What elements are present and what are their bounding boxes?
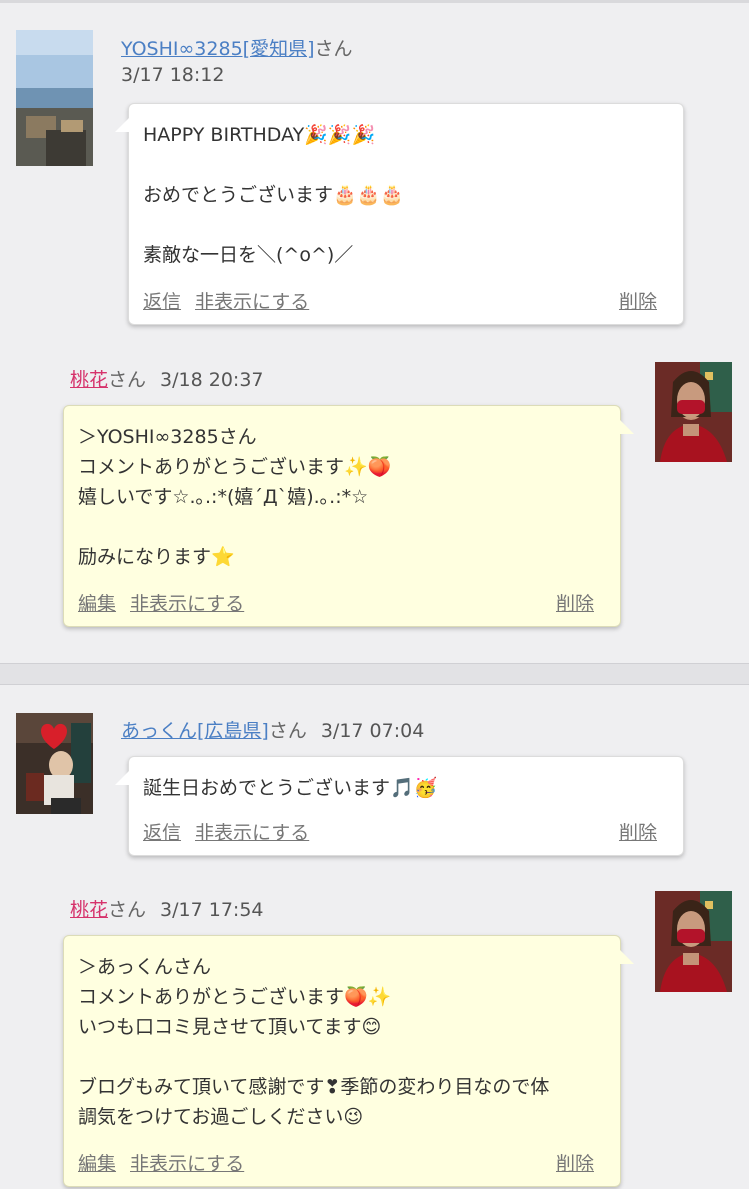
reply-link[interactable]: 返信: [143, 291, 181, 313]
reply-line: コメントありがとうございます✨🍑: [78, 456, 392, 478]
reply-line: ブログもみて頂いて感謝です❣季節の変わり目なので体: [78, 1076, 550, 1098]
reply-bubble: ＞あっくんさん コメントありがとうございます🍑✨ いつも口コミ見させて頂いてます…: [63, 935, 634, 1187]
hide-link[interactable]: 非表示にする: [195, 822, 309, 844]
comment-line: 誕生日おめでとうございます🎵🥳: [143, 777, 438, 799]
author-link[interactable]: あっくん[広島県]: [121, 720, 269, 742]
reply-actions: 編集 非表示にする 削除: [78, 1149, 594, 1176]
comment-time: 3/17 07:04: [320, 720, 425, 742]
reply-line: [78, 1042, 549, 1072]
avatar-yoshi[interactable]: [16, 30, 93, 166]
comment-line: 素敵な一日を＼(^o^)／: [143, 244, 354, 266]
comment-bubble: HAPPY BIRTHDAY🎉🎉🎉 おめでとうございます🎂🎂🎂 素敵な一日を＼(…: [115, 103, 684, 325]
hide-link[interactable]: 非表示にする: [195, 291, 309, 313]
comment-actions: 返信 非表示にする 削除: [143, 818, 657, 845]
reply-line: ＞YOSHI∞3285さん: [78, 426, 257, 448]
honorific: さん: [108, 899, 147, 921]
comment-line: [143, 150, 404, 180]
reply-body: ＞YOSHI∞3285さん コメントありがとうございます✨🍑 嬉しいです☆.｡.…: [78, 422, 391, 572]
delete-link[interactable]: 削除: [619, 818, 657, 845]
hide-link[interactable]: 非表示にする: [130, 593, 244, 615]
bubble-tail: [115, 771, 129, 785]
comment-line: [143, 210, 404, 240]
reply-link[interactable]: 返信: [143, 822, 181, 844]
reply-time: 3/18 20:37: [160, 369, 264, 391]
delete-link[interactable]: 削除: [556, 589, 594, 616]
reply-header: 桃花さん 3/18 20:37: [70, 365, 264, 392]
edit-link[interactable]: 編集: [78, 1153, 116, 1175]
reply-line: 嬉しいです☆.｡.:*(嬉´Д`嬉).｡.:*☆: [78, 486, 369, 508]
reply-line: ＞あっくんさん: [78, 956, 212, 978]
reply-author-link[interactable]: 桃花: [70, 899, 108, 921]
author-link[interactable]: YOSHI∞3285[愛知県]: [121, 38, 314, 60]
reply-line: [78, 512, 391, 542]
honorific: さん: [268, 720, 307, 742]
reply-body: ＞あっくんさん コメントありがとうございます🍑✨ いつも口コミ見させて頂いてます…: [78, 952, 549, 1132]
reply-line: 励みになります⭐: [78, 546, 235, 568]
top-border: [0, 0, 749, 3]
reply-author-link[interactable]: 桃花: [70, 369, 108, 391]
reply-time: 3/17 17:54: [160, 899, 264, 921]
comment-line: HAPPY BIRTHDAY🎉🎉🎉: [143, 124, 376, 146]
honorific: さん: [108, 369, 147, 391]
comment-line: おめでとうございます🎂🎂🎂: [143, 184, 404, 206]
hide-link[interactable]: 非表示にする: [130, 1153, 244, 1175]
bubble-tail: [620, 420, 634, 434]
comment-body: 誕生日おめでとうございます🎵🥳: [143, 773, 437, 803]
delete-link[interactable]: 削除: [619, 287, 657, 314]
comment-bubble: 誕生日おめでとうございます🎵🥳 返信 非表示にする 削除: [115, 756, 684, 856]
comment-header: あっくん[広島県]さん 3/17 07:04: [121, 716, 424, 743]
delete-link[interactable]: 削除: [556, 1149, 594, 1176]
avatar-momoka[interactable]: [655, 891, 732, 992]
comment-actions: 返信 非表示にする 削除: [143, 287, 657, 314]
avatar-momoka[interactable]: [655, 362, 732, 462]
reply-line: いつも口コミ見させて頂いてます😊: [78, 1016, 382, 1038]
bubble-tail: [620, 950, 634, 964]
reply-header: 桃花さん 3/17 17:54: [70, 895, 264, 922]
honorific: さん: [314, 38, 353, 60]
comment-body: HAPPY BIRTHDAY🎉🎉🎉 おめでとうございます🎂🎂🎂 素敵な一日を＼(…: [143, 120, 404, 270]
bubble-tail: [115, 118, 129, 132]
reply-bubble: ＞YOSHI∞3285さん コメントありがとうございます✨🍑 嬉しいです☆.｡.…: [63, 405, 634, 627]
reply-actions: 編集 非表示にする 削除: [78, 589, 594, 616]
comment-time: 3/17 18:12: [121, 64, 225, 86]
avatar-akkun[interactable]: [16, 713, 93, 814]
section-divider: [0, 663, 749, 685]
comment-header: YOSHI∞3285[愛知県]さん: [121, 34, 353, 61]
reply-line: 調気をつけてお過ごしください😉: [78, 1106, 364, 1128]
reply-line: コメントありがとうございます🍑✨: [78, 986, 392, 1008]
edit-link[interactable]: 編集: [78, 593, 116, 615]
